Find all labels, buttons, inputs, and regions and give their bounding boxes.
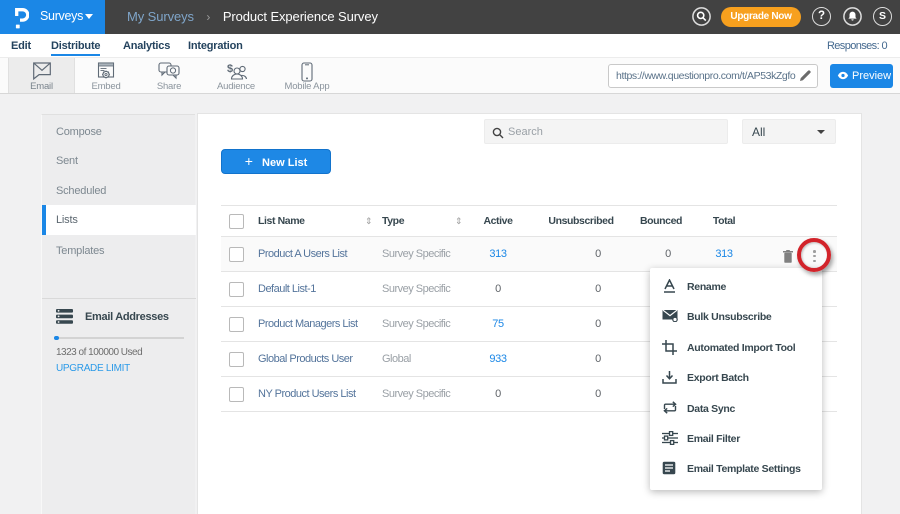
svg-text:$: $: [227, 63, 233, 75]
